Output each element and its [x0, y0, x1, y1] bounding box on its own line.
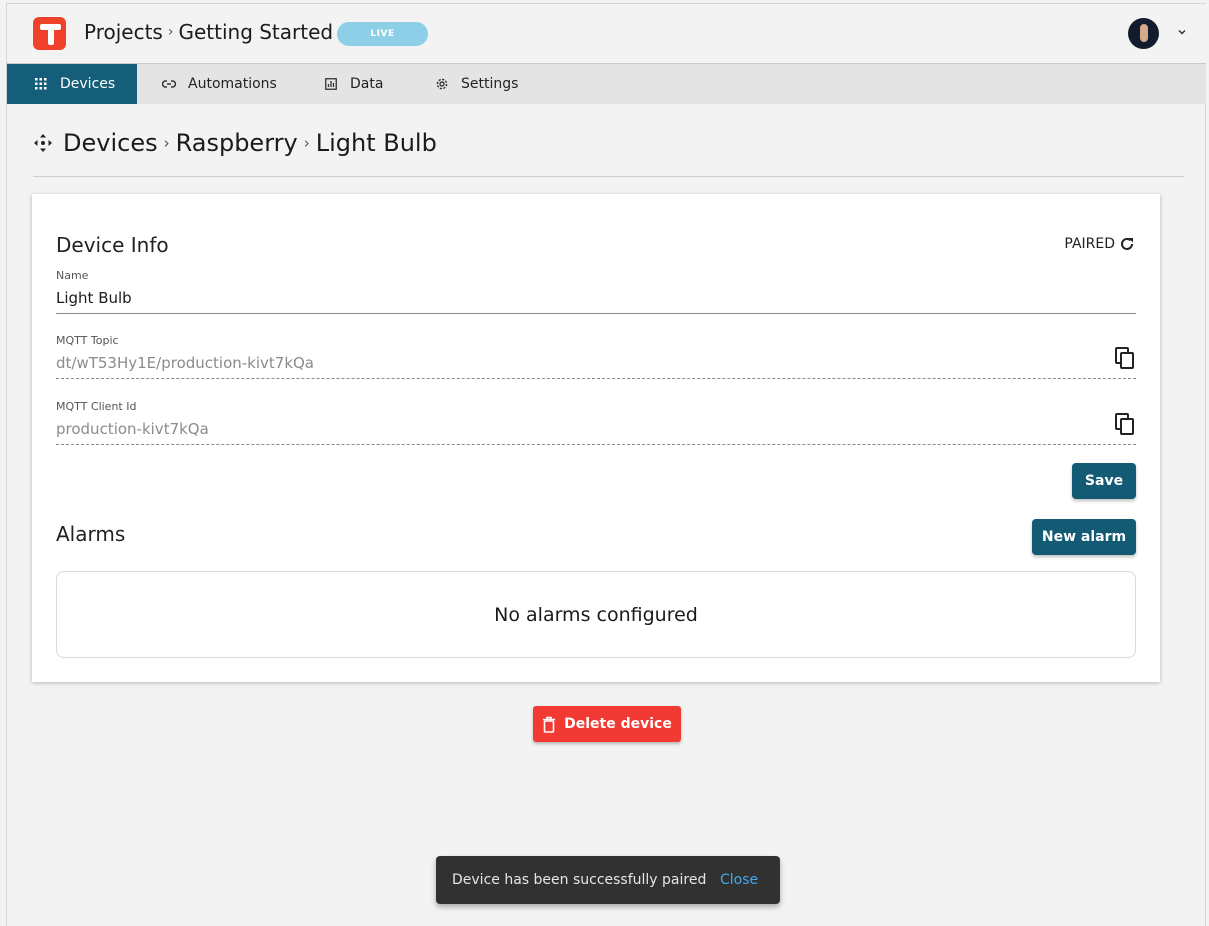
- copy-icon[interactable]: [1114, 346, 1136, 370]
- app-window: Projects › Getting Started LIVE Devices: [6, 3, 1206, 926]
- project-breadcrumb: Projects › Getting Started: [84, 20, 333, 44]
- copy-icon[interactable]: [1114, 412, 1136, 436]
- gear-icon: [435, 77, 449, 91]
- empty-state-text: No alarms configured: [494, 603, 698, 626]
- new-alarm-button[interactable]: New alarm: [1032, 519, 1136, 555]
- save-button[interactable]: Save: [1072, 463, 1136, 499]
- snackbar: Device has been successfully paired Clos…: [436, 856, 780, 904]
- snackbar-message: Device has been successfully paired: [452, 872, 707, 888]
- tab-devices[interactable]: Devices: [7, 64, 137, 104]
- mqtt-client-id-field: MQTT Client Id: [56, 400, 1136, 445]
- breadcrumb-project-name[interactable]: Getting Started: [178, 20, 333, 44]
- delete-device-button[interactable]: Delete device: [533, 706, 681, 742]
- page-title: Devices › Raspberry › Light Bulb: [33, 129, 437, 157]
- breadcrumb-raspberry[interactable]: Raspberry: [176, 129, 298, 157]
- tab-settings[interactable]: Settings: [435, 64, 518, 104]
- device-card: Device Info PAIRED Name MQTT Topic MQTT …: [32, 194, 1160, 682]
- grid-icon: [34, 77, 48, 91]
- mqtt-client-id-label: MQTT Client Id: [56, 400, 137, 413]
- move-arrows-icon: [33, 133, 53, 153]
- name-input[interactable]: [56, 289, 1136, 314]
- breadcrumb-projects[interactable]: Projects: [84, 20, 163, 44]
- chevron-down-icon[interactable]: [1175, 26, 1189, 40]
- alarms-title: Alarms: [56, 522, 126, 546]
- snackbar-close-button[interactable]: Close: [720, 872, 758, 888]
- top-bar: Projects › Getting Started LIVE: [7, 4, 1206, 64]
- tab-label: Automations: [188, 76, 277, 92]
- breadcrumb-separator: ›: [163, 134, 170, 152]
- alarms-empty-state: No alarms configured: [56, 571, 1136, 658]
- tab-automations[interactable]: Automations: [162, 64, 277, 104]
- delete-device-label: Delete device: [564, 716, 672, 732]
- paired-label: PAIRED: [1064, 236, 1115, 252]
- status-badge: LIVE: [337, 22, 428, 46]
- device-info-title: Device Info: [56, 233, 169, 257]
- tab-data[interactable]: Data: [324, 64, 383, 104]
- bar-chart-icon: [324, 77, 338, 91]
- avatar[interactable]: [1128, 18, 1159, 49]
- breadcrumb-separator: ›: [167, 24, 174, 40]
- tab-label: Devices: [60, 76, 116, 92]
- title-divider: [33, 176, 1184, 177]
- link-icon: [162, 77, 176, 91]
- breadcrumb-devices[interactable]: Devices: [63, 129, 158, 157]
- pair-status[interactable]: PAIRED: [1064, 235, 1136, 253]
- tab-label: Data: [350, 76, 384, 92]
- breadcrumb-separator: ›: [303, 134, 310, 152]
- name-label: Name: [56, 269, 89, 282]
- app-logo[interactable]: [33, 17, 66, 50]
- mqtt-topic-field: MQTT Topic: [56, 334, 1136, 379]
- mqtt-client-id-input[interactable]: [56, 420, 1136, 445]
- mqtt-topic-input[interactable]: [56, 354, 1136, 379]
- breadcrumb-light-bulb: Light Bulb: [315, 129, 437, 157]
- name-field: Name: [56, 269, 1136, 314]
- tab-bar: Devices Automations Data Settings: [7, 64, 1206, 104]
- mqtt-topic-label: MQTT Topic: [56, 334, 119, 347]
- refresh-icon[interactable]: [1118, 235, 1136, 253]
- tab-label: Settings: [461, 76, 519, 92]
- trash-icon: [542, 716, 556, 733]
